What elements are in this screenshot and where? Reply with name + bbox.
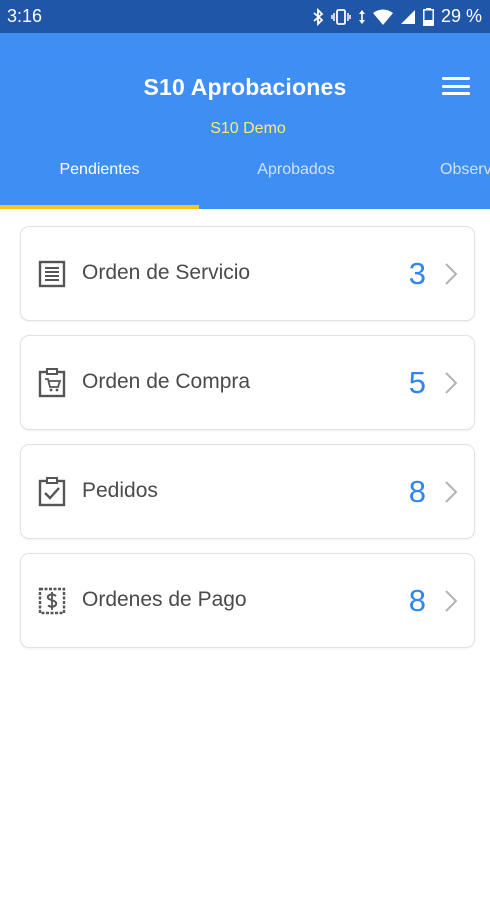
bluetooth-icon — [312, 7, 324, 26]
clipboard-check-icon — [36, 476, 68, 508]
item-label: Ordenes de Pago — [82, 588, 247, 611]
chevron-right-icon — [442, 261, 460, 287]
app-subtitle: S10 Demo — [210, 120, 286, 137]
tab-pendientes[interactable]: Pendientes — [0, 158, 199, 209]
chevron-right-icon — [442, 370, 460, 396]
tab-label: Pendientes — [59, 161, 140, 178]
item-count: 8 — [408, 474, 426, 509]
signal-icon — [400, 9, 416, 25]
list-item-orden-de-servicio[interactable]: Orden de Servicio 3 — [20, 226, 475, 321]
list-item-orden-de-compra[interactable]: Orden de Compra 5 — [20, 335, 475, 430]
approval-list: Orden de Servicio 3 Orden de Compra 5 Pe… — [20, 226, 475, 662]
tab-label: Aprobados — [257, 161, 335, 178]
wifi-icon — [372, 9, 393, 25]
item-count: 8 — [408, 583, 426, 618]
status-icons: 29 % — [312, 6, 482, 27]
list-item-ordenes-de-pago[interactable]: Ordenes de Pago 8 — [20, 553, 475, 648]
chevron-right-icon — [442, 588, 460, 614]
status-time: 3:16 — [7, 6, 43, 26]
battery-percent: 29 % — [440, 6, 482, 26]
chevron-right-icon — [442, 479, 460, 505]
battery-icon — [423, 7, 434, 26]
tab-bar: Pendientes Aprobados Observados — [0, 158, 490, 209]
tab-label: Observados — [440, 161, 490, 178]
dollar-receipt-icon — [36, 585, 68, 617]
item-label: Pedidos — [82, 479, 158, 502]
item-count: 5 — [408, 365, 426, 400]
document-list-icon — [36, 258, 68, 290]
data-arrows-icon — [358, 9, 366, 25]
list-item-pedidos[interactable]: Pedidos 8 — [20, 444, 475, 539]
app-title: S10 Aprobaciones — [143, 74, 347, 100]
item-count: 3 — [408, 256, 426, 291]
hamburger-menu-icon[interactable] — [442, 77, 470, 101]
tab-observados[interactable]: Observados — [440, 158, 490, 209]
active-tab-indicator — [0, 205, 199, 209]
item-label: Orden de Compra — [82, 370, 251, 393]
tab-aprobados[interactable]: Aprobados — [199, 158, 393, 209]
status-bar: 3:16 29 % — [0, 0, 490, 33]
vibrate-icon — [331, 8, 351, 26]
item-label: Orden de Servicio — [82, 261, 251, 284]
app-bar: S10 Aprobaciones S10 Demo Pendientes Apr… — [0, 33, 490, 209]
shopping-cart-clipboard-icon — [36, 367, 68, 399]
